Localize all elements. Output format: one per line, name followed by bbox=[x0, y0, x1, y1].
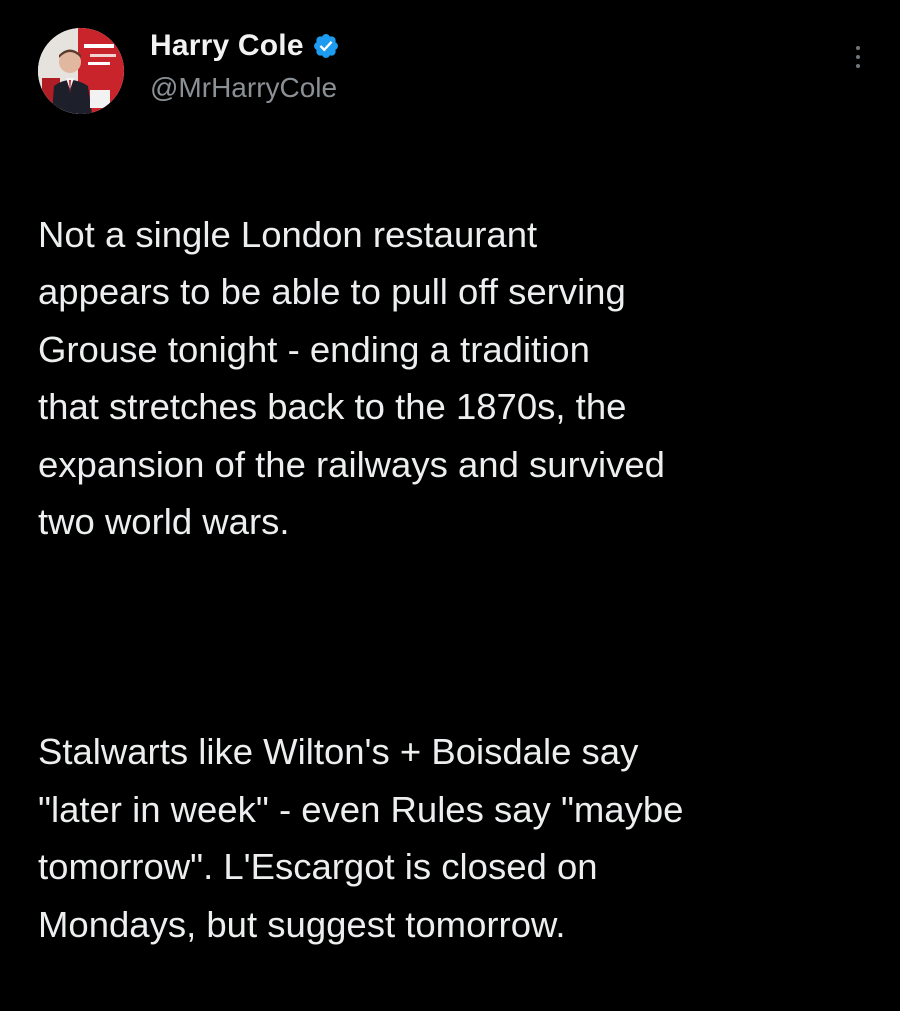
tweet-header: Harry Cole @MrHarryCole bbox=[38, 28, 868, 118]
verified-badge-icon bbox=[312, 32, 340, 60]
author-info: Harry Cole @MrHarryCole bbox=[150, 28, 340, 104]
tweet-paragraph: Not a single London restaurant appears t… bbox=[38, 213, 665, 543]
tweet-card: Harry Cole @MrHarryCole Not a single Lon… bbox=[0, 0, 900, 945]
avatar-image bbox=[38, 28, 124, 114]
more-options-icon[interactable] bbox=[848, 46, 868, 82]
author-handle[interactable]: @MrHarryCole bbox=[150, 72, 340, 104]
author-display-name[interactable]: Harry Cole bbox=[150, 29, 304, 63]
tweet-text: Not a single London restaurant appears t… bbox=[38, 148, 878, 1011]
tweet-paragraph: Stalwarts like Wilton's + Boisdale say "… bbox=[38, 731, 684, 945]
author-name-row: Harry Cole bbox=[150, 28, 340, 64]
avatar[interactable] bbox=[38, 28, 124, 114]
